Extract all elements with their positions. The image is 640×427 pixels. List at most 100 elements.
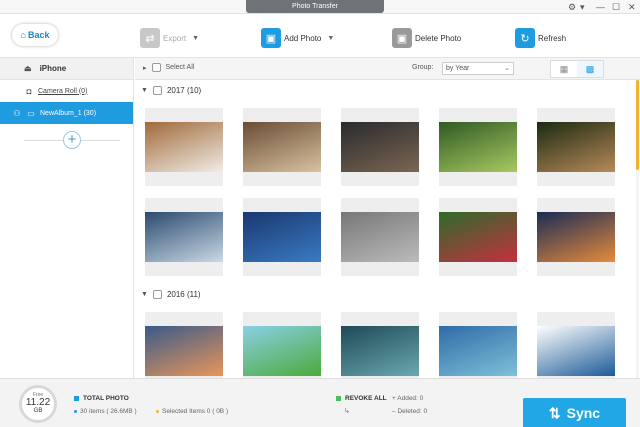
delete-photo-icon: ▣ (392, 28, 412, 48)
album-icon: ▭ (27, 108, 35, 118)
sync-button[interactable]: ⇅ Sync (523, 398, 626, 427)
status-bar: Free 11.22 GB TOTAL PHOTO 30 items ( 26.… (0, 378, 640, 427)
expand-all-icon[interactable]: ▸ (143, 64, 147, 72)
kitten-photo (145, 122, 223, 172)
items-dot (74, 410, 77, 413)
minimize-icon[interactable]: — (596, 1, 605, 13)
section-checkbox[interactable] (152, 86, 162, 95)
back-label: Back (27, 30, 50, 40)
export-icon: ⇄ (140, 28, 160, 48)
added-count: + Added: 0 (392, 395, 423, 402)
control-bar: ▸ Select All Group: by Year ⌄ ▦ ▩ (135, 58, 640, 80)
section-2016[interactable]: ▼ 2016 (11) (141, 290, 201, 299)
sync-icon: ⇅ (548, 404, 561, 421)
add-photo-label: Add Photo (284, 33, 322, 43)
delete-photo-label: Delete Photo (415, 33, 462, 43)
city-night-photo (243, 212, 321, 262)
group-select-value: by Year (446, 65, 470, 72)
eject-icon[interactable]: ⏏ (24, 64, 32, 73)
dropdown-icon[interactable]: ▾ (580, 1, 585, 13)
selected-dot (156, 410, 159, 413)
piano-room-photo (243, 122, 321, 172)
back-button[interactable]: ⌂ Back (12, 24, 58, 46)
window-title: Photo Transfer (246, 0, 384, 13)
sidebar-item-newalbum[interactable]: ⚇ ▭ NewAlbum_1 (30) (0, 102, 133, 124)
free-space-gauge: Free 11.22 GB (19, 385, 57, 423)
plus-icon: + (392, 395, 396, 402)
photo-thumbnail[interactable] (537, 108, 615, 186)
items-label: 30 items ( 26.6MB ) (80, 408, 137, 415)
section-2017[interactable]: ▼ 2017 (10) (141, 86, 201, 95)
free-value: 11.22 (25, 397, 51, 408)
close-icon[interactable]: ✕ (628, 1, 636, 13)
delete-photo-button[interactable]: ▣ Delete Photo (392, 27, 461, 49)
photo-thumbnail[interactable] (439, 108, 517, 186)
collapse-icon[interactable]: ▼ (141, 291, 148, 298)
export-dropdown-icon[interactable]: ▼ (192, 35, 199, 42)
photo-thumbnail[interactable] (341, 108, 419, 186)
revoke-arrow-icon: ↳ (344, 408, 350, 415)
squirrel-photo (537, 122, 615, 172)
device-header[interactable]: ⏏ iPhone (0, 58, 133, 80)
alley-night-photo (341, 122, 419, 172)
add-photo-icon: ▣ (261, 28, 281, 48)
maximize-icon[interactable]: ☐ (612, 1, 620, 13)
photo-thumbnail[interactable] (145, 198, 223, 276)
minus-icon: – (392, 408, 396, 415)
section-label: 2017 (10) (166, 86, 202, 95)
refresh-icon: ↻ (515, 28, 535, 48)
refresh-button[interactable]: ↻ Refresh (515, 27, 566, 49)
section-checkbox[interactable] (152, 290, 162, 299)
total-label: TOTAL PHOTO (83, 395, 129, 402)
deleted-label: Deleted: 0 (397, 408, 428, 415)
dusk-horizon-photo (537, 212, 615, 262)
photo-thumbnail[interactable] (145, 108, 223, 186)
select-all-checkbox[interactable] (151, 63, 161, 72)
select-all[interactable]: ▸ Select All (143, 63, 194, 72)
collapse-icon[interactable]: ▼ (141, 87, 148, 94)
device-name: iPhone (39, 64, 67, 73)
sidebar: ⏏ iPhone ◘ Camera Roll (0) ⚇ ▭ NewAlbum_… (0, 58, 134, 378)
photo-thumbnail[interactable] (243, 108, 321, 186)
photo-content: ▸ Select All Group: by Year ⌄ ▦ ▩ ▼ 2017… (135, 58, 640, 390)
photo-thumbnail[interactable] (341, 198, 419, 276)
total-photo: TOTAL PHOTO (74, 395, 129, 402)
sidebar-item-camera-roll[interactable]: ◘ Camera Roll (0) (0, 80, 133, 102)
photo-thumbnail[interactable] (537, 198, 615, 276)
refresh-label: Refresh (538, 33, 567, 43)
toolbar: ⌂ Back ⇄ Export ▼ ▣ Add Photo ▼ ▣ Delete… (0, 14, 640, 58)
lake-rocks-photo (341, 326, 419, 376)
large-grid-icon[interactable]: ▦ (551, 61, 577, 77)
free-unit: GB (33, 408, 43, 414)
total-marker (74, 396, 79, 401)
revoke-all-button[interactable]: REVOKE ALL (336, 395, 387, 402)
chevron-down-icon: ⌄ (504, 65, 510, 72)
photo-thumbnail[interactable] (243, 198, 321, 276)
group-label: Group: (412, 64, 434, 71)
flower-leaves-photo (439, 212, 517, 262)
camera-icon: ◘ (26, 86, 32, 96)
items-count: 30 items ( 26.6MB ) (74, 408, 137, 415)
settings-icon[interactable]: ⚙ (568, 1, 576, 13)
add-photo-button[interactable]: ▣ Add Photo ▼ (261, 27, 334, 49)
small-grid-icon[interactable]: ▩ (577, 61, 603, 77)
sidebar-item-label: Camera Roll (0) (38, 87, 88, 95)
add-photo-dropdown-icon[interactable]: ▼ (327, 35, 334, 42)
scrollbar-thumb[interactable] (636, 80, 639, 170)
export-button[interactable]: ⇄ Export ▼ (140, 27, 199, 49)
pier-sunset-photo (145, 212, 223, 262)
group-select[interactable]: by Year ⌄ (442, 62, 514, 75)
mountain-lake-photo (439, 326, 517, 376)
sidebar-item-label: NewAlbum_1 (30) (40, 109, 97, 117)
selected-label: Selected Items 0 ( 0B ) (162, 408, 229, 415)
photo-thumbnail[interactable] (439, 198, 517, 276)
view-toggle: ▦ ▩ (550, 60, 604, 78)
blue-branches-photo (537, 326, 615, 376)
add-album-button[interactable]: + (63, 131, 81, 149)
selected-count: Selected Items 0 ( 0B ) (156, 408, 228, 415)
revoke-marker (336, 396, 341, 401)
sync-label: Sync (566, 405, 601, 421)
home-up-icon: ⌂ (20, 30, 26, 40)
deleted-count: – Deleted: 0 (392, 408, 427, 415)
tree-road-photo (439, 122, 517, 172)
